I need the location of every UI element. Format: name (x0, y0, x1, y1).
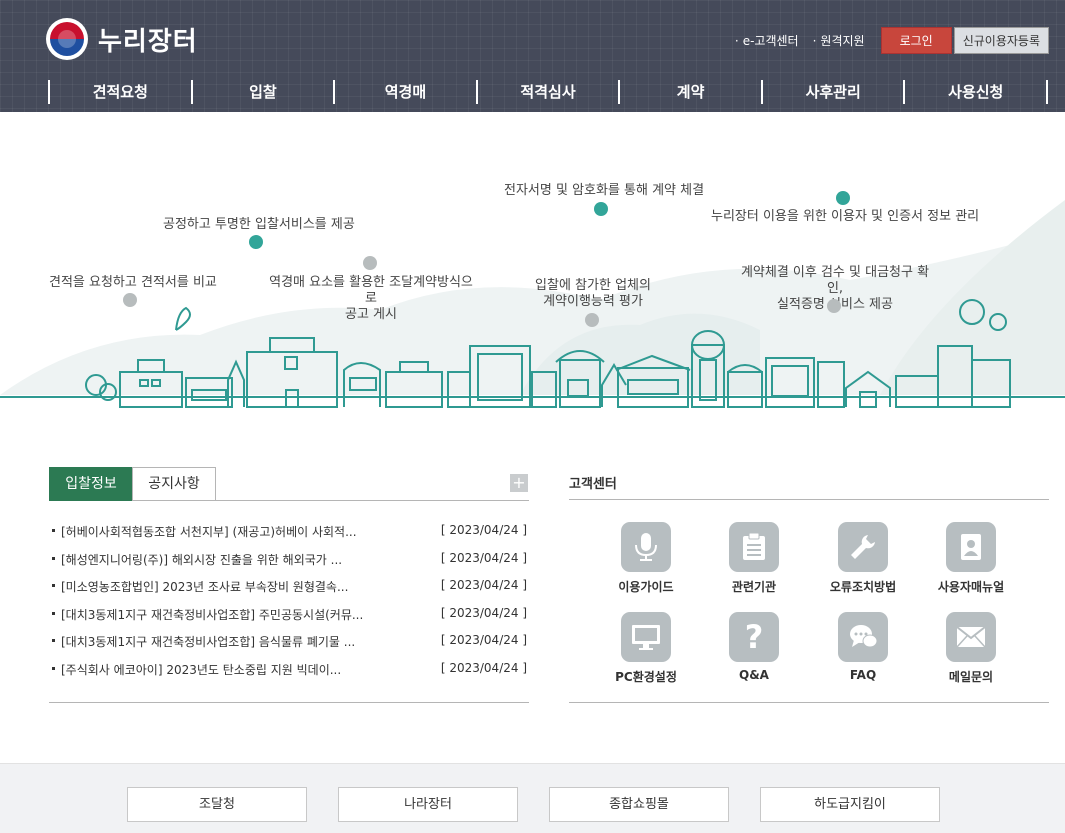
hero-dot-user (836, 191, 850, 205)
list-item-title[interactable]: [허베이사회적협동조합 서천지부] (재공고)허베이 사회적... (52, 523, 357, 540)
list-item-title[interactable]: [대치3동제1지구 재건축정비사업조합] 음식물류 폐기물 ... (51, 633, 355, 650)
site-header: 누리장터 e-고객센터 원격지원 로그인 신규이용자등록 견적요청 입찰 역경매… (0, 0, 1065, 112)
microphone-icon (621, 522, 671, 572)
list-item[interactable]: [대치3동제1지구 재건축정비사업조합] 음식물류 폐기물 ... [ 2023… (49, 630, 529, 650)
cs-agencies-button[interactable]: 관련기관 (704, 522, 804, 595)
cs-mail-button[interactable]: 메일문의 (921, 612, 1021, 685)
hero-dot-sign (594, 202, 608, 216)
footer-link-pps[interactable]: 조달청 (127, 787, 307, 822)
hero-label-eval-line1: 입찰에 참가한 업체의 (535, 278, 651, 293)
cs-qna-label: Q&A (739, 668, 769, 682)
nav-post-management[interactable]: 사후관리 (760, 80, 904, 104)
taegeuk-emblem-icon (46, 18, 88, 60)
list-item-date: [ 2023/04/24 ] (440, 578, 527, 592)
footer-link-koneps[interactable]: 나라장터 (338, 787, 518, 822)
wrench-icon (838, 522, 888, 572)
cs-error-fix-label: 오류조치방법 (829, 580, 897, 594)
login-button[interactable]: 로그인 (880, 27, 952, 54)
footer-link-shopping-mall[interactable]: 종합쇼핑몰 (549, 787, 729, 822)
cs-guide-label: 이용가이드 (618, 580, 674, 594)
cs-agencies-label: 관련기관 (731, 580, 777, 594)
more-plus-icon[interactable]: + (510, 474, 528, 492)
list-item-title[interactable]: [주식회사 에코아이] 2023년도 탄소중립 지원 빅데이... (51, 661, 341, 678)
footer-link-subcontract[interactable]: 하도급지킴이 (760, 787, 940, 822)
hero-illustration: 견적을 요청하고 견적서를 비교 공정하고 투명한 입찰서비스를 제공 역경매 … (0, 112, 1065, 442)
cs-pc-settings-label: PC환경설정 (615, 670, 677, 684)
list-item-date: [ 2023/04/24 ] (440, 551, 527, 565)
list-item[interactable]: [대치3동제1지구 재건축정비사업조합] 주민공동시설(커뮤... [ 2023… (49, 603, 529, 623)
hero-label-reverse-auction: 역경매 요소를 활용한 조달계약방식으로 공고 게시 (265, 275, 477, 323)
nav-quote-request[interactable]: 견적요청 (48, 80, 191, 104)
cs-pc-settings-button[interactable]: PC환경설정 (596, 612, 696, 685)
hero-label-bid: 공정하고 투명한 입찰서비스를 제공 (163, 217, 355, 232)
question-icon: ? (729, 612, 779, 662)
footer-links: 조달청 나라장터 종합쇼핑몰 하도급지킴이 (0, 763, 1065, 833)
tab-notices[interactable]: 공지사항 (132, 467, 216, 501)
list-item-date: [ 2023/04/24 ] (440, 523, 527, 537)
main-navigation: 견적요청 입찰 역경매 적격심사 계약 사후관리 사용신청 (48, 80, 1049, 104)
hero-dot-quote (123, 293, 137, 307)
cs-qna-button[interactable]: ? Q&A (704, 612, 804, 682)
nav-usage-application[interactable]: 사용신청 (903, 80, 1049, 104)
customer-center-title: 고객센터 (569, 477, 617, 492)
bid-info-list: [허베이사회적협동조합 서천지부] (재공고)허베이 사회적... [ 2023… (49, 517, 529, 703)
list-item-title[interactable]: [대치3동제1지구 재건축정비사업조합] 주민공동시설(커뮤... (51, 606, 363, 623)
cs-manual-button[interactable]: 사용자매뉴얼 (921, 522, 1021, 595)
cs-error-fix-button[interactable]: 오류조치방법 (813, 522, 913, 595)
utility-bar: e-고객센터 원격지원 로그인 신규이용자등록 (735, 27, 1049, 54)
cs-manual-label: 사용자매뉴얼 (937, 580, 1005, 594)
nav-bid[interactable]: 입찰 (190, 80, 334, 104)
list-item-date: [ 2023/04/24 ] (440, 606, 527, 620)
list-item[interactable]: [주식회사 에코아이] 2023년도 탄소중립 지원 빅데이... [ 2023… (49, 658, 529, 678)
notice-tabs: 입찰정보 공지사항 (49, 467, 529, 501)
hero-label-evaluation: 입찰에 참가한 업체의 계약이행능력 평가 (530, 278, 656, 310)
hero-label-sign: 전자서명 및 암호화를 통해 계약 체결 (504, 183, 705, 198)
remote-support-link[interactable]: 원격지원 (813, 32, 864, 49)
hero-label-reverse-line1: 역경매 요소를 활용한 조달계약방식으로 (269, 275, 473, 306)
list-item-title[interactable]: [미소영농조합법인] 2023년 조사료 부속장비 원형결속... (51, 578, 348, 595)
list-item-title[interactable]: [해성엔지니어링(주)] 해외시장 진출을 위한 해외국가 ... (51, 551, 342, 568)
hero-label-eval-line2: 계약이행능력 평가 (543, 294, 643, 309)
cs-faq-button[interactable]: FAQ (813, 612, 913, 682)
hero-dot-bid (249, 235, 263, 249)
mail-icon (946, 612, 996, 662)
hero-dot-reverse (363, 256, 377, 270)
nav-contract[interactable]: 계약 (618, 80, 761, 104)
hero-dot-mgmt (827, 299, 841, 313)
list-item-date: [ 2023/04/24 ] (440, 633, 527, 647)
monitor-icon (621, 612, 671, 662)
logo[interactable]: 누리장터 (46, 18, 198, 60)
list-item[interactable]: [해성엔지니어링(주)] 해외시장 진출을 위한 해외국가 ... [ 2023… (49, 548, 529, 568)
list-item[interactable]: [허베이사회적협동조합 서천지부] (재공고)허베이 사회적... [ 2023… (49, 520, 529, 540)
manual-book-icon (946, 522, 996, 572)
list-item-date: [ 2023/04/24 ] (440, 661, 527, 675)
hero-dot-eval (585, 313, 599, 327)
chat-bubbles-icon (838, 612, 888, 662)
e-customer-center-link[interactable]: e-고객센터 (735, 32, 799, 49)
hero-label-quote: 견적을 요청하고 견적서를 비교 (49, 275, 217, 290)
signup-button[interactable]: 신규이용자등록 (953, 27, 1049, 54)
list-item[interactable]: [미소영농조합법인] 2023년 조사료 부속장비 원형결속... [ 2023… (49, 575, 529, 595)
logo-text: 누리장터 (98, 26, 198, 57)
cs-guide-button[interactable]: 이용가이드 (596, 522, 696, 595)
nav-reverse-auction[interactable]: 역경매 (333, 80, 476, 104)
hero-label-reverse-line2: 공고 게시 (345, 307, 397, 322)
tab-bid-info[interactable]: 입찰정보 (49, 467, 133, 501)
svg-text:?: ? (745, 621, 764, 653)
hero-label-user: 누리장터 이용을 위한 이용자 및 인증서 정보 관리 (711, 209, 980, 224)
cs-faq-label: FAQ (849, 668, 877, 682)
hero-label-mgmt-line1: 계약체결 이후 검수 및 대금청구 확인, (740, 265, 930, 296)
divider (569, 702, 1049, 703)
cs-mail-label: 메일문의 (948, 670, 994, 684)
clipboard-icon (729, 522, 779, 572)
divider (569, 499, 1049, 500)
nav-qualification[interactable]: 적격심사 (475, 80, 619, 104)
